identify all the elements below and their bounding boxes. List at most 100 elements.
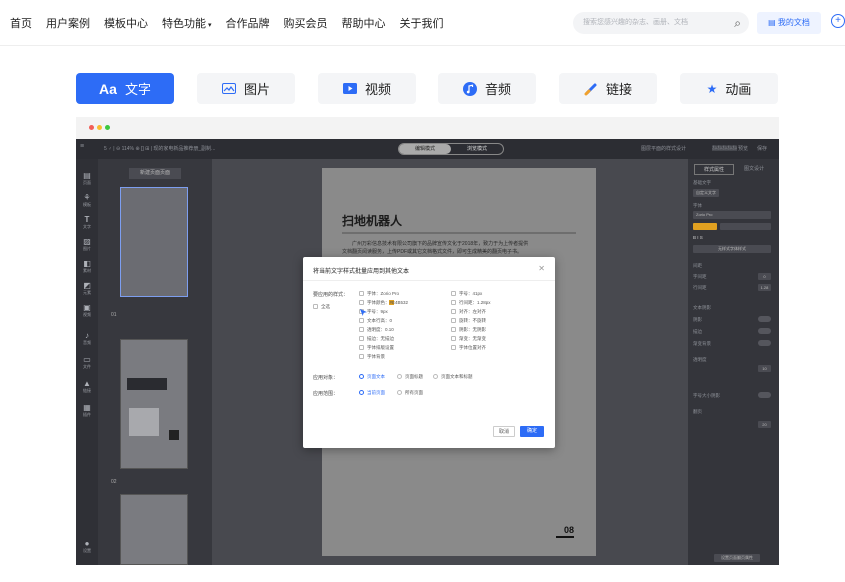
range-radio-current[interactable] bbox=[359, 390, 364, 395]
nav-partners[interactable]: 合作品牌 bbox=[226, 15, 270, 31]
editor-toolbar: ≡ 5 ♂ | ⊖ 114% ⊕ [] ⊞ | 现的家电新品推荐册_副制... … bbox=[76, 139, 779, 159]
page-title[interactable]: 扫地机器人 bbox=[342, 212, 402, 229]
page-thumb-1[interactable] bbox=[120, 187, 188, 297]
toolbar-save[interactable]: 保存 bbox=[757, 145, 767, 152]
opt-layout-label: 字体排版设置 bbox=[367, 345, 394, 350]
ltool-pages[interactable]: ▤ 页面 bbox=[76, 171, 98, 186]
rp-line-height-value[interactable]: 1.28 bbox=[758, 284, 771, 291]
opt-lineheight-checkbox[interactable] bbox=[359, 318, 364, 323]
tab-animation-label: 动画 bbox=[725, 82, 752, 97]
toolbar-preview[interactable]: 预览 bbox=[738, 145, 748, 152]
search-input[interactable]: 搜索您感兴趣的杂志、画册、文档 ⌕ bbox=[573, 12, 749, 34]
title-underline bbox=[342, 232, 576, 234]
opt-bg-checkbox[interactable] bbox=[359, 354, 364, 359]
page-flip-settings-button[interactable]: 设置页面翻页属性 bbox=[714, 554, 760, 562]
page-thumb-2[interactable] bbox=[120, 339, 188, 469]
opt-layout-checkbox[interactable] bbox=[359, 345, 364, 350]
ltool-file[interactable]: ▭ 文件 bbox=[76, 355, 98, 370]
tab-text[interactable]: Aa 文字 bbox=[76, 73, 174, 104]
nav-about[interactable]: 关于我们 bbox=[400, 15, 444, 31]
ltool-plugin[interactable]: ▦ 插件 bbox=[76, 403, 98, 418]
my-docs-button[interactable]: ▤ 我的文档 bbox=[757, 12, 821, 34]
opt-position-checkbox[interactable] bbox=[451, 345, 456, 350]
rp-letter-spacing-value[interactable]: 0 bbox=[758, 273, 771, 280]
nav-features[interactable]: 特色功能 ▾ bbox=[162, 15, 212, 31]
rp-gradient-bg: 渐变背景 bbox=[693, 341, 711, 346]
rp-shadow-toggle[interactable] bbox=[758, 316, 771, 322]
rp-stroke-toggle[interactable] bbox=[758, 328, 771, 334]
tab-image[interactable]: 图片 bbox=[197, 73, 295, 104]
ltool-image[interactable]: ▨ 图片 bbox=[76, 237, 98, 252]
rp-style-buttons[interactable]: B I S bbox=[693, 235, 703, 240]
tab-video[interactable]: 视频 bbox=[318, 73, 416, 104]
ltool-element[interactable]: ◩ 元素 bbox=[76, 281, 98, 296]
confirm-button[interactable]: 确定 bbox=[520, 426, 544, 437]
ltool-material[interactable]: ◧ 素材 bbox=[76, 259, 98, 274]
menu-icon[interactable]: ≡ bbox=[80, 143, 84, 150]
nav-cases[interactable]: 用户案例 bbox=[46, 15, 90, 31]
tab-animation[interactable]: ★ 动画 bbox=[680, 73, 778, 104]
opt-align-checkbox[interactable] bbox=[451, 309, 456, 314]
opt-fontsize-checkbox[interactable] bbox=[451, 291, 456, 296]
rp-flip-value[interactable]: 20 bbox=[758, 421, 771, 428]
opt-opacity-checkbox[interactable] bbox=[359, 327, 364, 332]
nav-links: 首页 用户案例 模板中心 特色功能 ▾ 合作品牌 购买会员 帮助中心 关于我们 bbox=[0, 15, 444, 31]
mode-edit[interactable]: 编辑模式 bbox=[399, 144, 451, 154]
ltool-audio[interactable]: ♪ 音频 bbox=[76, 331, 98, 346]
tab-audio[interactable]: 音频 bbox=[438, 73, 536, 104]
mode-preview[interactable]: 浏览模式 bbox=[451, 144, 503, 154]
ltool-templates[interactable]: ⚘ 模板 bbox=[76, 193, 98, 208]
mode-switch[interactable]: 编辑模式 浏览模式 bbox=[398, 143, 504, 155]
nav-help[interactable]: 帮助中心 bbox=[342, 15, 386, 31]
rp-color-swatch[interactable] bbox=[693, 223, 717, 230]
opt-linespacing-checkbox[interactable] bbox=[451, 300, 456, 305]
ltool-text[interactable]: T 文字 bbox=[76, 215, 98, 230]
rp-size-shadow-toggle[interactable] bbox=[758, 392, 771, 398]
page-thumb-3[interactable] bbox=[120, 494, 188, 565]
nav-membership[interactable]: 购买会员 bbox=[284, 15, 328, 31]
rp-stroke: 描边 bbox=[693, 329, 702, 334]
ltool-video[interactable]: ▣ 视频 bbox=[76, 303, 98, 318]
close-icon[interactable]: ✕ bbox=[538, 264, 545, 273]
tab-link[interactable]: 链接 bbox=[559, 73, 657, 104]
rp-custom-text[interactable]: 自定义文字 bbox=[693, 189, 719, 197]
scope-both-label: 页面文本和标题 bbox=[441, 374, 473, 379]
left-toolbar: ▤ 页面 ⚘ 模板 T 文字 ▨ 图片 ◧ 素材 ◩ 元素 ▣ 视频 ♪ 音频 ▭ 文件 ▲ 链接 … bbox=[76, 159, 98, 565]
scope-radio-title[interactable] bbox=[397, 374, 402, 379]
new-page-button[interactable]: 新建页面页面 bbox=[129, 168, 181, 179]
chevron-down-icon: ▾ bbox=[208, 21, 212, 29]
nav-home[interactable]: 首页 bbox=[10, 15, 32, 31]
rp-opacity-value[interactable]: 10 bbox=[758, 365, 771, 372]
tab-graphic-design[interactable]: 图文设计 bbox=[734, 164, 774, 175]
rp-gradient-toggle[interactable] bbox=[758, 340, 771, 346]
opt-linespacing-label: 行间距：1.28px bbox=[459, 300, 491, 305]
page-paragraph-2[interactable]: 文档翻页阅读服务，上传PDF或其它文档格式文件，即可生成精美的翻页电子书。 bbox=[342, 248, 580, 255]
select-all-checkbox[interactable] bbox=[313, 304, 318, 309]
range-radio-all[interactable] bbox=[397, 390, 402, 395]
opt-rotate-checkbox[interactable] bbox=[451, 318, 456, 323]
scope-radio-text[interactable] bbox=[359, 374, 364, 379]
add-icon[interactable]: + bbox=[831, 14, 845, 28]
properties-tabs: 样式属性 图文设计 bbox=[694, 164, 774, 175]
qr-code-icon bbox=[169, 430, 179, 440]
opt-shadow-checkbox[interactable] bbox=[451, 327, 456, 332]
search-icon[interactable]: ⌕ bbox=[734, 12, 741, 34]
page-paragraph-1[interactable]: 广州万彩信息技术有限公司旗下的品牌宣传文化于2018年，致力于为上传者提供 bbox=[352, 240, 580, 247]
rp-size-box[interactable] bbox=[720, 223, 771, 230]
opt-stroke-checkbox[interactable] bbox=[359, 336, 364, 341]
rp-font-select[interactable]: Zorio Pro bbox=[693, 211, 771, 219]
styles-label: 要应用的样式： bbox=[313, 292, 349, 298]
cancel-button[interactable]: 取消 bbox=[493, 426, 515, 437]
scope-radio-both[interactable] bbox=[433, 374, 438, 379]
rp-nostyle-button[interactable]: 无样式字体样式 bbox=[693, 245, 771, 253]
page-thumbnails: 新建页面页面 01 02 bbox=[98, 159, 212, 565]
ltool-settings[interactable]: ● 设置 bbox=[76, 539, 98, 554]
tab-style-props[interactable]: 样式属性 bbox=[694, 164, 734, 175]
toolbar-right-1[interactable]: 图层平面的样式设计 bbox=[641, 145, 686, 152]
opt-color-checkbox[interactable] bbox=[359, 300, 364, 305]
nav-templates[interactable]: 模板中心 bbox=[104, 15, 148, 31]
opt-font-checkbox[interactable] bbox=[359, 291, 364, 296]
ltool-link[interactable]: ▲ 链接 bbox=[76, 379, 98, 394]
toolbar-right-2[interactable]: 翻翻翻翻翻 bbox=[712, 145, 737, 152]
opt-gradient-checkbox[interactable] bbox=[451, 336, 456, 341]
